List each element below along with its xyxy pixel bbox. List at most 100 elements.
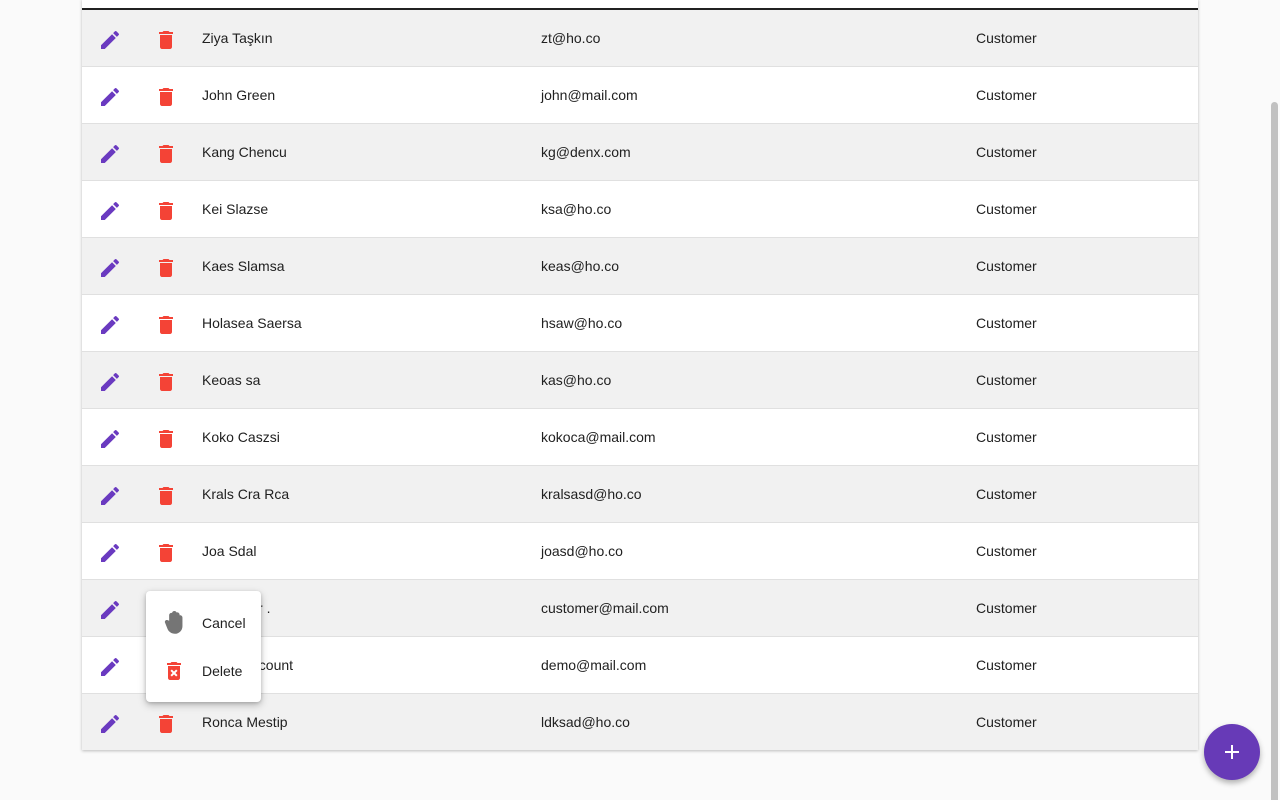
table-row: Krals Cra Rca kralsasd@ho.co Customer [82,466,1198,523]
edit-button[interactable] [98,28,122,52]
cell-email: keas@ho.co [541,258,620,274]
pencil-icon [98,372,122,397]
pencil-icon [98,30,122,55]
delete-button[interactable] [154,484,178,508]
cell-email: hsaw@ho.co [541,315,623,331]
edit-button[interactable] [98,199,122,223]
delete-button[interactable] [154,313,178,337]
cell-role: Customer [976,372,1037,388]
scrollbar-thumb[interactable] [1271,102,1278,800]
cell-role: Customer [976,429,1037,445]
cell-role: Customer [976,315,1037,331]
pencil-icon [98,543,122,568]
cell-email: john@mail.com [541,87,638,103]
pencil-icon [98,714,122,739]
confirm-delete-button[interactable]: Delete [146,649,261,693]
edit-button[interactable] [98,598,122,622]
cell-role: Customer [976,486,1037,502]
edit-button[interactable] [98,142,122,166]
cell-email: ksa@ho.co [541,201,612,217]
cell-email: joasd@ho.co [541,543,623,559]
cell-name: Keoas sa [202,372,261,388]
cell-role: Customer [976,201,1037,217]
edit-button[interactable] [98,85,122,109]
cell-email: zt@ho.co [541,30,601,46]
cell-role: Customer [976,714,1037,730]
cancel-button[interactable]: Cancel [146,601,261,645]
trash-icon [154,259,178,283]
hand-stop-icon [162,611,186,635]
trash-icon [154,430,178,454]
cell-name: Holasea Saersa [202,315,302,331]
pencil-icon [98,201,122,226]
table-row: Holasea Saersa hsaw@ho.co Customer [82,295,1198,352]
edit-button[interactable] [98,655,122,679]
delete-button[interactable] [154,85,178,109]
delete-label: Delete [202,663,243,679]
cell-role: Customer [976,144,1037,160]
delete-button[interactable] [154,541,178,565]
table-row: Kei Slazse ksa@ho.co Customer [82,181,1198,238]
pencil-icon [98,315,122,340]
cancel-label: Cancel [202,615,246,631]
cell-name: Krals Cra Rca [202,486,290,502]
delete-button[interactable] [154,427,178,451]
edit-button[interactable] [98,256,122,280]
cell-role: Customer [976,600,1037,616]
cell-name: Ronca Mestip [202,714,288,730]
table-row: Ziya Taşkın zt@ho.co Customer [82,10,1198,67]
delete-button[interactable] [154,256,178,280]
edit-button[interactable] [98,712,122,736]
edit-button[interactable] [98,313,122,337]
cell-email: demo@mail.com [541,657,647,673]
delete-button[interactable] [154,28,178,52]
cell-email: ldksad@ho.co [541,714,630,730]
cell-name: Kei Slazse [202,201,269,217]
pencil-icon [98,657,122,682]
cell-role: Customer [976,543,1037,559]
delete-button[interactable] [154,712,178,736]
edit-button[interactable] [98,427,122,451]
table-row: Joa Sdal joasd@ho.co Customer [82,523,1198,580]
table-row: Kang Chencu kg@denx.com Customer [82,124,1198,181]
pencil-icon [98,600,122,625]
trash-x-icon [162,659,186,683]
add-user-button[interactable] [1204,724,1260,780]
trash-icon [154,544,178,568]
table-row: Keoas sa kas@ho.co Customer [82,352,1198,409]
cell-name: Ziya Taşkın [202,30,273,46]
pencil-icon [98,486,122,511]
trash-icon [154,88,178,112]
delete-button[interactable] [154,370,178,394]
pencil-icon [98,144,122,169]
cell-email: kg@denx.com [541,144,631,160]
edit-button[interactable] [98,370,122,394]
trash-icon [154,373,178,397]
cell-email: kas@ho.co [541,372,612,388]
trash-icon [154,715,178,739]
edit-button[interactable] [98,484,122,508]
table-header-edge [82,0,1198,10]
delete-confirm-popup: Cancel Delete [146,591,261,702]
cell-role: Customer [976,657,1037,673]
table-row: Koko Caszsi kokoca@mail.com Customer [82,409,1198,466]
delete-button[interactable] [154,142,178,166]
cell-name: Kang Chencu [202,144,287,160]
edit-button[interactable] [98,541,122,565]
cell-email: customer@mail.com [541,600,669,616]
delete-button[interactable] [154,199,178,223]
trash-icon [154,487,178,511]
cell-name: Kaes Slamsa [202,258,285,274]
pencil-icon [98,87,122,112]
cell-role: Customer [976,87,1037,103]
pencil-icon [98,429,122,454]
table-row: Ronca Mestip ldksad@ho.co Customer [82,694,1198,750]
trash-icon [154,316,178,340]
plus-icon [1225,745,1239,759]
trash-icon [154,202,178,226]
cell-name: John Green [202,87,276,103]
table-row: John Green john@mail.com Customer [82,67,1198,124]
cell-name: Koko Caszsi [202,429,280,445]
cell-role: Customer [976,258,1037,274]
trash-icon [154,31,178,55]
